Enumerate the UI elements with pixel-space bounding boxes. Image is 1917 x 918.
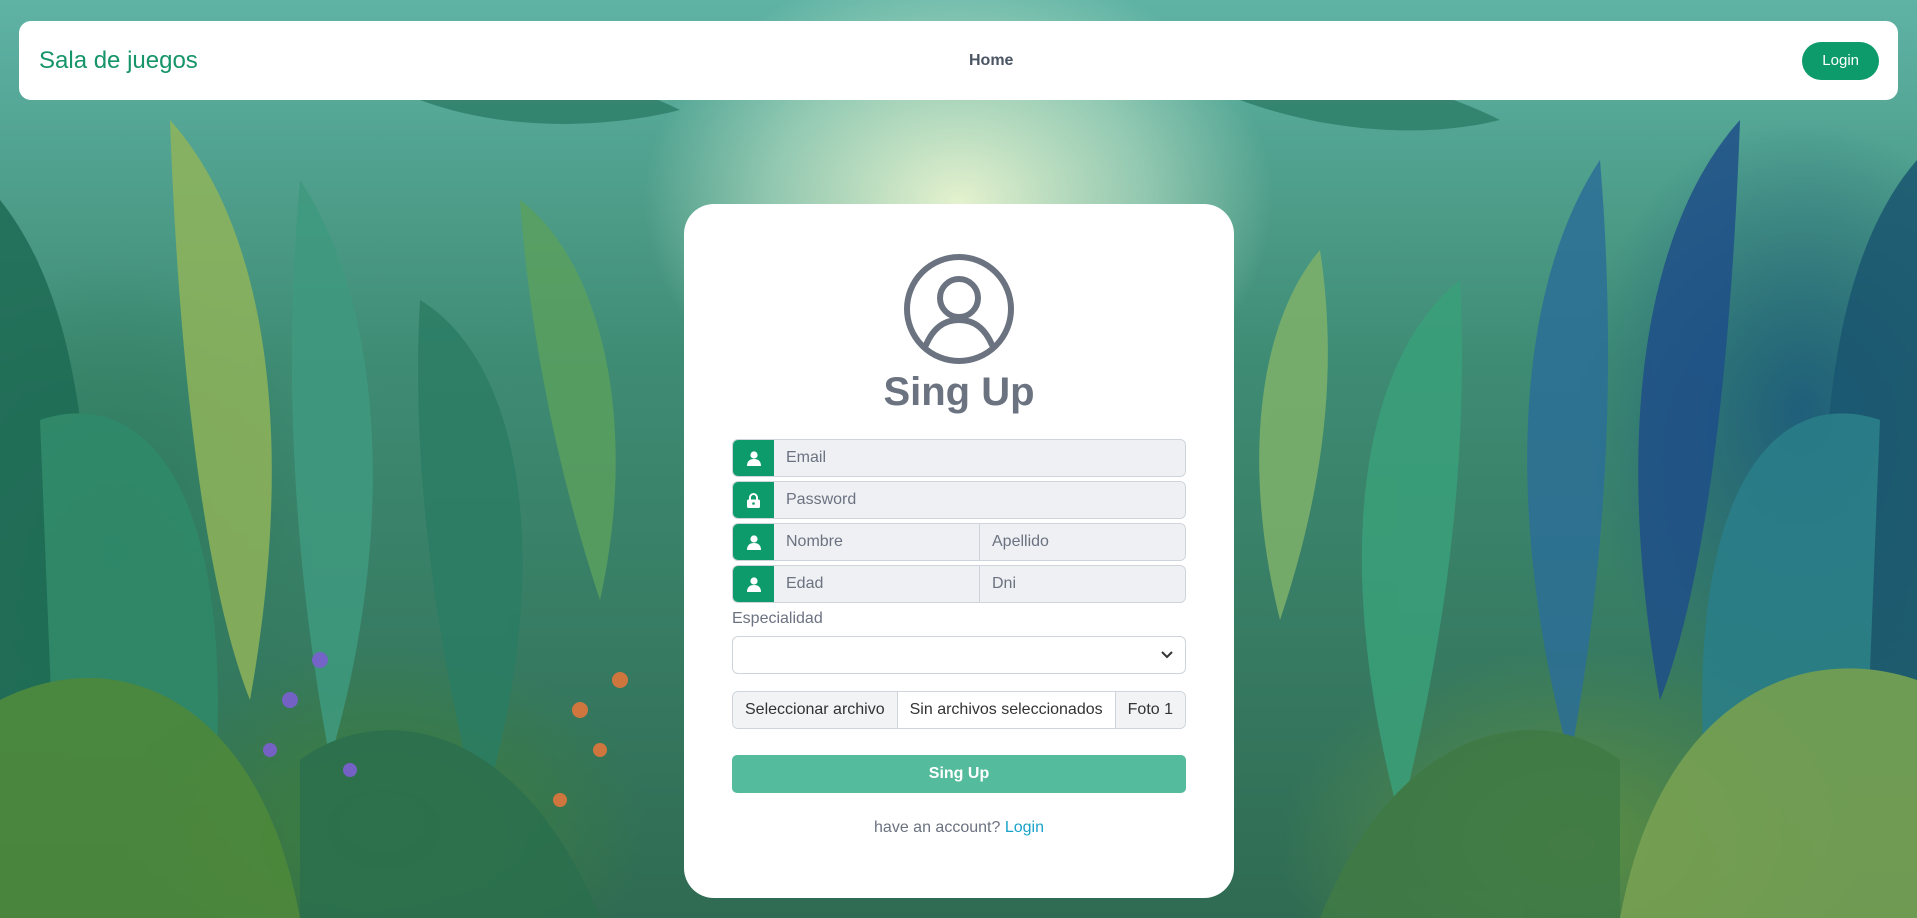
signup-submit-button[interactable]: Sing Up [732, 755, 1186, 793]
user-icon [733, 440, 774, 476]
password-row [732, 481, 1186, 519]
name-row [732, 523, 1186, 561]
lock-icon [733, 482, 774, 518]
user-icon [733, 566, 774, 602]
user-circle-icon [904, 254, 1014, 364]
signup-title: Sing Up [883, 370, 1035, 414]
avatar-wrap [732, 252, 1186, 366]
dni-field[interactable] [979, 566, 1185, 602]
apellido-field[interactable] [979, 524, 1185, 560]
login-link[interactable]: Login [1005, 819, 1044, 836]
chevron-down-icon [1161, 651, 1173, 659]
signup-card: Sing Up Especialidad Seleccionar archivo… [684, 204, 1234, 898]
email-field[interactable] [774, 440, 1185, 476]
nombre-field[interactable] [774, 524, 979, 560]
choose-file-button[interactable]: Seleccionar archivo [733, 692, 898, 728]
age-dni-row [732, 565, 1186, 603]
login-prompt-text: have an account? [874, 819, 1001, 836]
user-icon [733, 524, 774, 560]
file-status-text: Sin archivos seleccionados [897, 692, 1115, 728]
brand-title[interactable]: Sala de juegos [39, 47, 198, 75]
edad-field[interactable] [774, 566, 979, 602]
especialidad-select[interactable] [732, 636, 1186, 674]
nav-login-button[interactable]: Login [1802, 41, 1879, 80]
nav-home-link[interactable]: Home [969, 52, 1013, 70]
photo-label: Foto 1 [1114, 692, 1185, 728]
top-navbar: Sala de juegos Home Login [19, 21, 1898, 100]
especialidad-label: Especialidad [732, 610, 823, 627]
login-prompt: have an account? Login [732, 819, 1186, 837]
email-row [732, 439, 1186, 477]
password-field[interactable] [774, 482, 1185, 518]
photo-file-input: Seleccionar archivo Sin archivos selecci… [732, 691, 1186, 729]
